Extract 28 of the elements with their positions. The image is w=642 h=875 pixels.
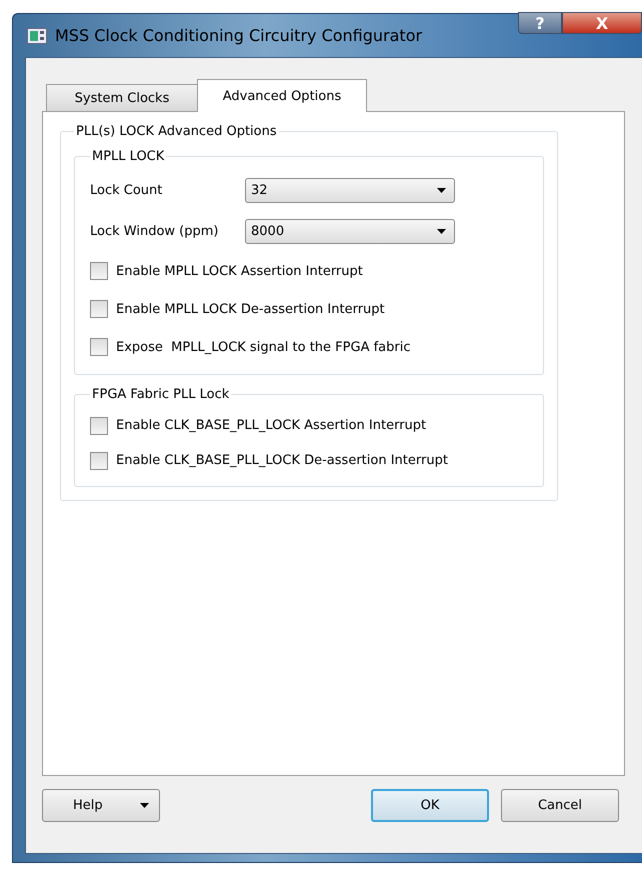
checkbox[interactable] bbox=[90, 262, 108, 280]
checkbox[interactable] bbox=[90, 416, 108, 434]
checkbox-label: Enable MPLL LOCK De-assertion Interrupt bbox=[116, 302, 385, 316]
caret-icon bbox=[140, 802, 149, 808]
tab[interactable]: System Clocks bbox=[46, 84, 198, 111]
dropdown[interactable]: 8000 bbox=[245, 219, 455, 244]
checkbox-label: Expose MPLL_LOCK signal to the FPGA fabric bbox=[116, 340, 410, 354]
checkbox[interactable] bbox=[90, 300, 108, 318]
group-title: PLL(s) LOCK Advanced Options bbox=[75, 124, 278, 139]
close-button[interactable]: X bbox=[562, 12, 642, 34]
field-label: Lock Window (ppm) bbox=[90, 224, 220, 239]
dropdown-button[interactable]: Help bbox=[42, 788, 160, 822]
dialog-button[interactable]: Cancel bbox=[501, 788, 619, 822]
checkbox-label: Enable CLK_BASE_PLL_LOCK Assertion Interrupt bbox=[116, 418, 426, 433]
caret-icon bbox=[437, 188, 446, 193]
field-label: Lock Count bbox=[90, 183, 164, 198]
tab[interactable]: Advanced Options bbox=[197, 79, 367, 112]
dropdown[interactable]: 32 bbox=[245, 178, 455, 203]
group-title: MPLL LOCK bbox=[91, 149, 166, 164]
dialog-button[interactable]: OK bbox=[371, 788, 489, 822]
checkbox[interactable] bbox=[90, 338, 108, 356]
window-title: MSS Clock Conditioning Circuitry Configurator bbox=[55, 26, 422, 45]
caret-icon bbox=[437, 229, 446, 234]
window-icon bbox=[27, 28, 47, 44]
checkbox-label: Enable MPLL LOCK Assertion Interrupt bbox=[116, 264, 363, 278]
checkbox[interactable] bbox=[90, 452, 108, 470]
checkbox-label: Enable CLK_BASE_PLL_LOCK De-assertion Interrupt bbox=[116, 453, 448, 468]
group-title: FPGA Fabric PLL Lock bbox=[91, 387, 230, 402]
